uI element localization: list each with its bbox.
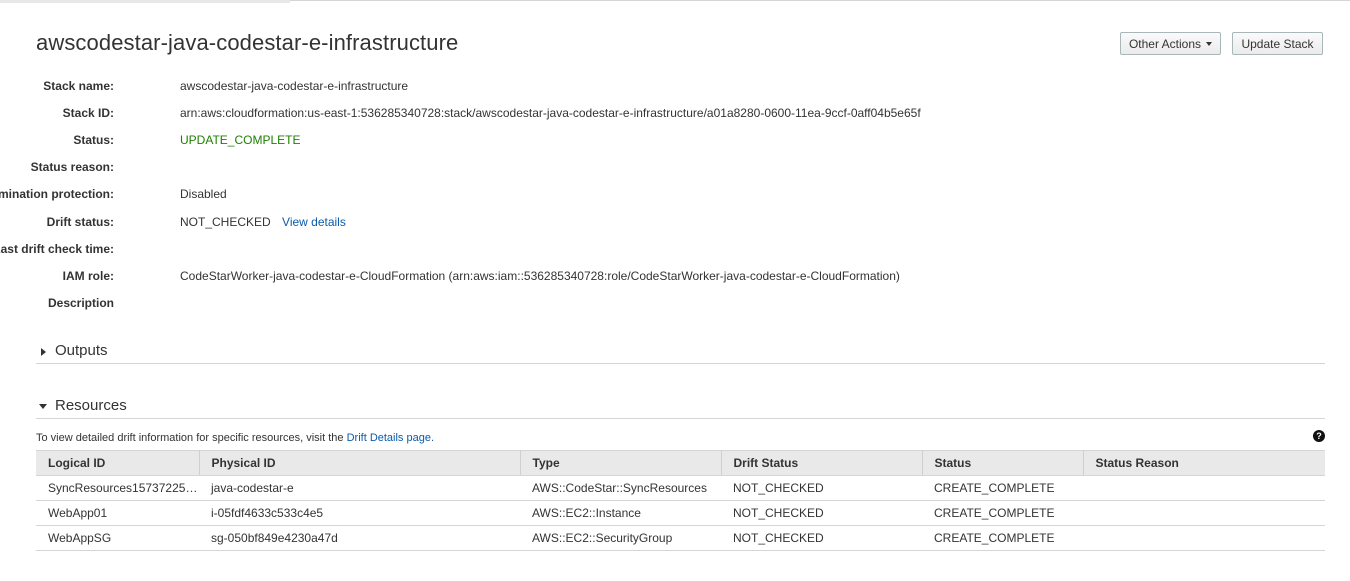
column-header-status[interactable]: Status bbox=[922, 450, 1084, 476]
type-cell: AWS::EC2::Instance bbox=[520, 500, 721, 526]
type-cell: AWS::CodeStar::SyncResources bbox=[520, 475, 721, 501]
stack-id-value: arn:aws:cloudformation:us-east-1:5362853… bbox=[180, 106, 921, 120]
drift-status-value: NOT_CHECKED View details bbox=[180, 215, 346, 229]
caret-down-icon bbox=[39, 404, 47, 409]
drift-info-note: To view detailed drift information for s… bbox=[36, 432, 434, 444]
detail-label: Stack name: bbox=[43, 79, 114, 93]
column-header-physical-id[interactable]: Physical ID bbox=[199, 450, 521, 476]
drift-status-cell: NOT_CHECKED bbox=[721, 525, 922, 551]
detail-row-description: Description bbox=[0, 293, 1300, 313]
detail-row-status-reason: Status reason: bbox=[0, 157, 1300, 177]
resources-title: Resources bbox=[55, 397, 127, 414]
update-stack-button[interactable]: Update Stack bbox=[1232, 32, 1323, 55]
stack-name-value: awscodestar-java-codestar-e-infrastructu… bbox=[180, 79, 409, 93]
help-icon[interactable]: ? bbox=[1313, 430, 1325, 442]
detail-row-termination-protection: Termination protection: Disabled bbox=[0, 184, 1300, 204]
table-row[interactable]: WebAppSG sg-050bf849e4230a47d AWS::EC2::… bbox=[36, 525, 1325, 551]
detail-row-drift-status: Drift status: NOT_CHECKED View details bbox=[0, 212, 1300, 232]
detail-label: Drift status: bbox=[46, 215, 114, 229]
column-header-logical-id[interactable]: Logical ID bbox=[36, 450, 200, 476]
detail-label: Last drift check time: bbox=[0, 242, 114, 256]
detail-row-stack-name: Stack name: awscodestar-java-codestar-e-… bbox=[0, 76, 1300, 96]
outputs-title: Outputs bbox=[55, 342, 108, 359]
detail-row-stack-id: Stack ID: arn:aws:cloudformation:us-east… bbox=[0, 103, 1300, 123]
termination-protection-value: Disabled bbox=[180, 187, 227, 201]
status-reason-cell bbox=[1083, 525, 1325, 551]
top-tab-border bbox=[0, 0, 1350, 3]
detail-label: IAM role: bbox=[62, 269, 114, 283]
detail-label: Termination protection: bbox=[0, 187, 114, 201]
other-actions-button[interactable]: Other Actions bbox=[1120, 32, 1221, 55]
drift-status-text: NOT_CHECKED bbox=[180, 215, 271, 229]
active-tab-notch bbox=[0, 0, 290, 3]
physical-id-link[interactable]: i-05fdf4633c533c4e5 bbox=[199, 500, 520, 526]
drift-status-cell: NOT_CHECKED bbox=[721, 500, 922, 526]
status-cell: CREATE_COMPLETE bbox=[922, 525, 1083, 551]
caret-right-icon bbox=[41, 348, 46, 356]
logical-id-cell: SyncResources157372252... bbox=[36, 475, 199, 501]
resources-table: Logical ID Physical ID Type Drift Status… bbox=[36, 450, 1325, 551]
column-header-type[interactable]: Type bbox=[520, 450, 722, 476]
table-row[interactable]: WebApp01 i-05fdf4633c533c4e5 AWS::EC2::I… bbox=[36, 500, 1325, 526]
column-header-status-reason[interactable]: Status Reason bbox=[1083, 450, 1325, 476]
status-cell: CREATE_COMPLETE bbox=[922, 475, 1083, 501]
physical-id-cell: java-codestar-e bbox=[199, 475, 520, 501]
detail-row-last-drift-check: Last drift check time: bbox=[0, 239, 1300, 259]
status-cell: CREATE_COMPLETE bbox=[922, 500, 1083, 526]
logical-id-cell: WebAppSG bbox=[36, 525, 199, 551]
iam-role-value: CodeStarWorker-java-codestar-e-CloudForm… bbox=[180, 269, 900, 283]
table-header-row: Logical ID Physical ID Type Drift Status… bbox=[36, 450, 1325, 476]
resources-section-toggle[interactable]: Resources bbox=[36, 397, 1325, 419]
detail-label: Stack ID: bbox=[62, 106, 114, 120]
type-cell: AWS::EC2::SecurityGroup bbox=[520, 525, 721, 551]
caret-down-icon bbox=[1206, 41, 1213, 46]
drift-note-text: To view detailed drift information for s… bbox=[36, 432, 344, 444]
detail-label: Description bbox=[47, 296, 114, 310]
drift-details-link[interactable]: Drift Details page. bbox=[347, 432, 434, 444]
stack-status-value: UPDATE_COMPLETE bbox=[180, 133, 301, 147]
column-header-drift-status[interactable]: Drift Status bbox=[721, 450, 923, 476]
detail-row-iam-role: IAM role: CodeStarWorker-java-codestar-e… bbox=[0, 266, 1300, 286]
outputs-section-toggle[interactable]: Outputs bbox=[36, 342, 1325, 364]
status-reason-cell bbox=[1083, 500, 1325, 526]
detail-label: Status: bbox=[73, 133, 114, 147]
table-row[interactable]: SyncResources157372252... java-codestar-… bbox=[36, 475, 1325, 501]
logical-id-cell: WebApp01 bbox=[36, 500, 199, 526]
physical-id-cell: sg-050bf849e4230a47d bbox=[199, 525, 520, 551]
detail-row-status: Status: UPDATE_COMPLETE bbox=[0, 130, 1300, 150]
view-details-link[interactable]: View details bbox=[282, 215, 346, 229]
status-reason-cell bbox=[1083, 475, 1325, 501]
drift-status-cell: NOT_CHECKED bbox=[721, 475, 922, 501]
detail-label: Status reason: bbox=[30, 160, 114, 174]
page-title: awscodestar-java-codestar-e-infrastructu… bbox=[36, 30, 459, 55]
other-actions-label: Other Actions bbox=[1128, 36, 1202, 51]
